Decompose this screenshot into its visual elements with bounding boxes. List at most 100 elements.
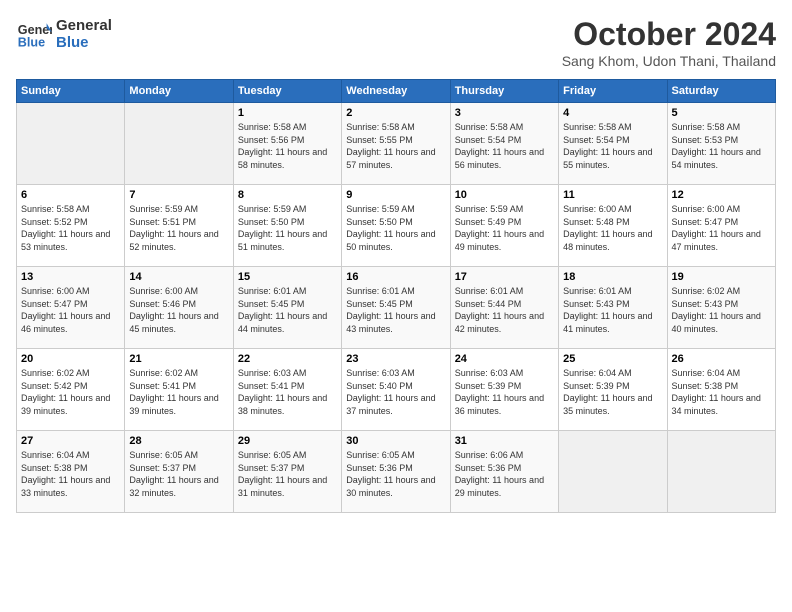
day-info: Sunrise: 5:59 AMSunset: 5:51 PMDaylight:… <box>129 203 228 253</box>
calendar-cell: 30Sunrise: 6:05 AMSunset: 5:36 PMDayligh… <box>342 431 450 513</box>
day-info: Sunrise: 6:04 AMSunset: 5:39 PMDaylight:… <box>563 367 662 417</box>
calendar-cell <box>667 431 775 513</box>
calendar-header: SundayMondayTuesdayWednesdayThursdayFrid… <box>17 80 776 103</box>
day-info: Sunrise: 6:03 AMSunset: 5:39 PMDaylight:… <box>455 367 554 417</box>
weekday-header: Wednesday <box>342 80 450 103</box>
weekday-header: Sunday <box>17 80 125 103</box>
day-info: Sunrise: 6:05 AMSunset: 5:36 PMDaylight:… <box>346 449 445 499</box>
day-number: 9 <box>346 189 445 201</box>
day-info: Sunrise: 5:59 AMSunset: 5:50 PMDaylight:… <box>238 203 337 253</box>
day-number: 5 <box>672 107 771 119</box>
month-title: October 2024 <box>562 16 776 53</box>
day-info: Sunrise: 6:00 AMSunset: 5:47 PMDaylight:… <box>672 203 771 253</box>
day-number: 17 <box>455 271 554 283</box>
calendar-cell: 18Sunrise: 6:01 AMSunset: 5:43 PMDayligh… <box>559 267 667 349</box>
day-number: 8 <box>238 189 337 201</box>
day-info: Sunrise: 6:01 AMSunset: 5:45 PMDaylight:… <box>238 285 337 335</box>
calendar-week: 20 Sunrise: 6:02 AMSunset: 5:42 PMDayligh… <box>17 349 776 431</box>
logo-text: General Blue <box>56 17 112 51</box>
day-number: 19 <box>672 271 771 283</box>
calendar-cell: 8 Sunrise: 5:59 AMSunset: 5:50 PMDaylight… <box>233 185 341 267</box>
calendar-cell: 7 Sunrise: 5:59 AMSunset: 5:51 PMDaylight… <box>125 185 233 267</box>
day-info: Sunrise: 6:05 AMSunset: 5:37 PMDaylight:… <box>129 449 228 499</box>
calendar-body: 1Sunrise: 5:58 AMSunset: 5:56 PMDaylight… <box>17 103 776 513</box>
day-number: 26 <box>672 353 771 365</box>
day-info: Sunrise: 6:00 AMSunset: 5:47 PMDaylight:… <box>21 285 120 335</box>
day-number: 3 <box>455 107 554 119</box>
location: Sang Khom, Udon Thani, Thailand <box>562 53 776 69</box>
day-info: Sunrise: 5:58 AMSunset: 5:53 PMDaylight:… <box>672 121 771 171</box>
calendar-cell: 16 Sunrise: 6:01 AMSunset: 5:45 PMDayligh… <box>342 267 450 349</box>
logo-icon: General Blue <box>16 16 52 52</box>
day-number: 1 <box>238 107 337 119</box>
day-info: Sunrise: 6:03 AMSunset: 5:40 PMDaylight:… <box>346 367 445 417</box>
calendar-cell: 12Sunrise: 6:00 AMSunset: 5:47 PMDayligh… <box>667 185 775 267</box>
calendar-cell: 31 Sunrise: 6:06 AMSunset: 5:36 PMDayligh… <box>450 431 558 513</box>
day-number: 15 <box>238 271 337 283</box>
day-number: 7 <box>129 189 228 201</box>
day-info: Sunrise: 6:04 AMSunset: 5:38 PMDaylight:… <box>672 367 771 417</box>
day-info: Sunrise: 5:58 AMSunset: 5:55 PMDaylight:… <box>346 121 445 171</box>
calendar-cell: 5 Sunrise: 5:58 AMSunset: 5:53 PMDaylight… <box>667 103 775 185</box>
weekday-header: Thursday <box>450 80 558 103</box>
day-info: Sunrise: 5:58 AMSunset: 5:54 PMDaylight:… <box>455 121 554 171</box>
day-number: 6 <box>21 189 120 201</box>
title-block: October 2024 Sang Khom, Udon Thani, Thai… <box>562 16 776 69</box>
calendar-cell: 28 Sunrise: 6:05 AMSunset: 5:37 PMDayligh… <box>125 431 233 513</box>
day-info: Sunrise: 6:01 AMSunset: 5:44 PMDaylight:… <box>455 285 554 335</box>
day-number: 28 <box>129 435 228 447</box>
calendar-cell: 25 Sunrise: 6:04 AMSunset: 5:39 PMDayligh… <box>559 349 667 431</box>
day-number: 16 <box>346 271 445 283</box>
calendar-cell: 27Sunrise: 6:04 AMSunset: 5:38 PMDayligh… <box>17 431 125 513</box>
page-header: General Blue General Blue October 2024 S… <box>16 16 776 69</box>
calendar-cell: 24 Sunrise: 6:03 AMSunset: 5:39 PMDayligh… <box>450 349 558 431</box>
day-info: Sunrise: 5:59 AMSunset: 5:50 PMDaylight:… <box>346 203 445 253</box>
logo: General Blue General Blue <box>16 16 112 52</box>
day-number: 4 <box>563 107 662 119</box>
calendar-cell: 3 Sunrise: 5:58 AMSunset: 5:54 PMDaylight… <box>450 103 558 185</box>
day-info: Sunrise: 6:04 AMSunset: 5:38 PMDaylight:… <box>21 449 120 499</box>
day-info: Sunrise: 6:02 AMSunset: 5:41 PMDaylight:… <box>129 367 228 417</box>
day-info: Sunrise: 6:00 AMSunset: 5:48 PMDaylight:… <box>563 203 662 253</box>
day-number: 24 <box>455 353 554 365</box>
day-number: 11 <box>563 189 662 201</box>
day-info: Sunrise: 6:06 AMSunset: 5:36 PMDaylight:… <box>455 449 554 499</box>
day-info: Sunrise: 6:03 AMSunset: 5:41 PMDaylight:… <box>238 367 337 417</box>
calendar-cell: 1Sunrise: 5:58 AMSunset: 5:56 PMDaylight… <box>233 103 341 185</box>
weekday-header: Friday <box>559 80 667 103</box>
day-info: Sunrise: 6:02 AMSunset: 5:42 PMDaylight:… <box>21 367 120 417</box>
day-number: 31 <box>455 435 554 447</box>
calendar-cell: 26 Sunrise: 6:04 AMSunset: 5:38 PMDayligh… <box>667 349 775 431</box>
day-info: Sunrise: 5:59 AMSunset: 5:49 PMDaylight:… <box>455 203 554 253</box>
day-number: 20 <box>21 353 120 365</box>
calendar-cell: 29Sunrise: 6:05 AMSunset: 5:37 PMDayligh… <box>233 431 341 513</box>
weekday-header: Tuesday <box>233 80 341 103</box>
calendar-cell: 22 Sunrise: 6:03 AMSunset: 5:41 PMDayligh… <box>233 349 341 431</box>
day-number: 14 <box>129 271 228 283</box>
day-number: 21 <box>129 353 228 365</box>
day-number: 13 <box>21 271 120 283</box>
day-number: 25 <box>563 353 662 365</box>
calendar-cell: 13 Sunrise: 6:00 AMSunset: 5:47 PMDayligh… <box>17 267 125 349</box>
svg-text:Blue: Blue <box>18 36 45 50</box>
calendar-week: 13 Sunrise: 6:00 AMSunset: 5:47 PMDayligh… <box>17 267 776 349</box>
day-info: Sunrise: 6:01 AMSunset: 5:45 PMDaylight:… <box>346 285 445 335</box>
calendar-week: 27Sunrise: 6:04 AMSunset: 5:38 PMDayligh… <box>17 431 776 513</box>
calendar-cell: 21 Sunrise: 6:02 AMSunset: 5:41 PMDayligh… <box>125 349 233 431</box>
calendar-week: 6Sunrise: 5:58 AMSunset: 5:52 PMDaylight… <box>17 185 776 267</box>
calendar-cell <box>17 103 125 185</box>
day-number: 22 <box>238 353 337 365</box>
calendar-cell: 6Sunrise: 5:58 AMSunset: 5:52 PMDaylight… <box>17 185 125 267</box>
day-info: Sunrise: 6:02 AMSunset: 5:43 PMDaylight:… <box>672 285 771 335</box>
weekday-header: Monday <box>125 80 233 103</box>
calendar-cell: 20 Sunrise: 6:02 AMSunset: 5:42 PMDayligh… <box>17 349 125 431</box>
day-info: Sunrise: 5:58 AMSunset: 5:54 PMDaylight:… <box>563 121 662 171</box>
calendar-table: SundayMondayTuesdayWednesdayThursdayFrid… <box>16 79 776 513</box>
calendar-cell: 15 Sunrise: 6:01 AMSunset: 5:45 PMDayligh… <box>233 267 341 349</box>
day-number: 10 <box>455 189 554 201</box>
day-info: Sunrise: 6:00 AMSunset: 5:46 PMDaylight:… <box>129 285 228 335</box>
calendar-cell <box>125 103 233 185</box>
day-number: 2 <box>346 107 445 119</box>
weekday-header: Saturday <box>667 80 775 103</box>
calendar-cell: 9 Sunrise: 5:59 AMSunset: 5:50 PMDaylight… <box>342 185 450 267</box>
